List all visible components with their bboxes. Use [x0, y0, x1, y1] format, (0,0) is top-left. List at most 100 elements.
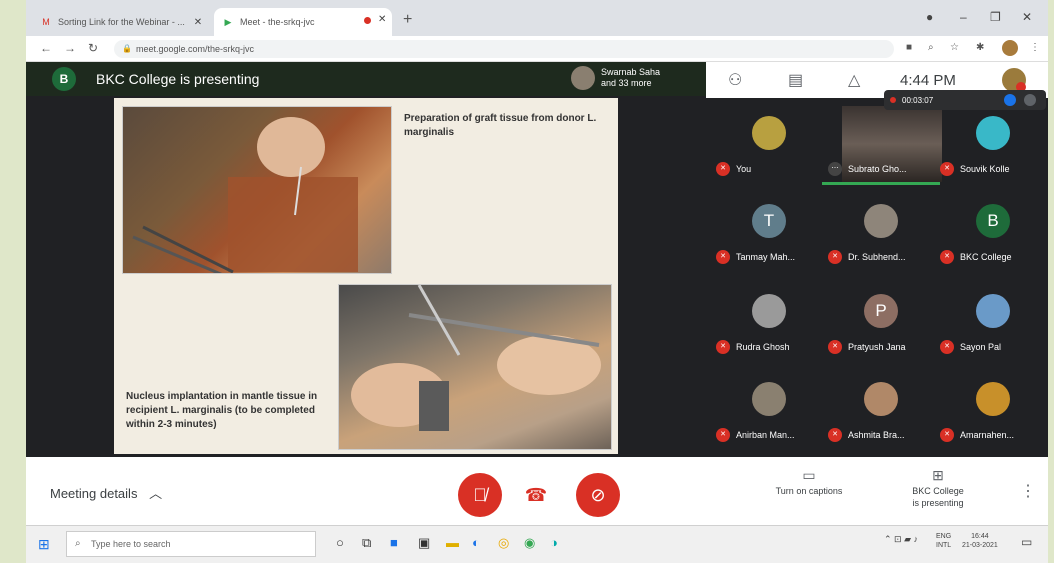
- menu-kebab-icon[interactable]: ⋮: [1030, 42, 1040, 53]
- zoom-icon[interactable]: ⌕: [928, 42, 934, 53]
- participant-tile[interactable]: T ✕ Tanmay Mah...: [712, 190, 822, 274]
- participant-tile[interactable]: P ✕ Pratyush Jana: [824, 280, 934, 364]
- graft-preparation-illustration: [132, 117, 358, 273]
- captions-label: Turn on captions: [775, 486, 843, 496]
- mic-off-icon: 🎙̸: [473, 485, 487, 505]
- search-icon: ⌕: [75, 538, 81, 549]
- chrome-canary-icon[interactable]: ◎: [498, 535, 509, 551]
- close-tab-icon[interactable]: ✕: [192, 17, 204, 28]
- participant-tile[interactable]: ✕ Dr. Subhend...: [824, 190, 934, 274]
- more-options-icon[interactable]: ⋮: [1020, 481, 1036, 501]
- mail-icon[interactable]: ■: [390, 535, 398, 550]
- reload-icon[interactable]: ↻: [88, 41, 98, 55]
- presenting-label-2: is presenting: [912, 498, 964, 508]
- participants-summary[interactable]: Swarnab Saha and 33 more: [571, 66, 660, 90]
- taskbar-clock[interactable]: 16:44 21-03-2021: [962, 532, 998, 550]
- participant-tile[interactable]: B ✕ BKC College: [936, 190, 1046, 274]
- windows-start-icon[interactable]: ⊞: [38, 536, 50, 553]
- account-circle-icon[interactable]: ●: [926, 10, 933, 24]
- file-explorer-icon[interactable]: ▬: [446, 535, 459, 550]
- participant-name: Rudra Ghosh: [736, 342, 790, 352]
- chrome-icon[interactable]: ◉: [524, 535, 535, 551]
- language-code: ENG: [936, 533, 952, 540]
- profile-avatar[interactable]: [1002, 40, 1018, 56]
- participant-tile[interactable]: ✕ Sayon Pal: [936, 280, 1046, 364]
- participant-avatar: [752, 382, 786, 416]
- search-placeholder: Type here to search: [91, 539, 171, 549]
- presenting-label-1: BKC College: [912, 486, 964, 496]
- participant-avatar: [752, 294, 786, 328]
- screen-frame: M Sorting Link for the Webinar - ... ✕ ▶…: [26, 0, 1048, 563]
- back-icon[interactable]: ←: [40, 41, 52, 55]
- minimize-button[interactable]: –: [960, 10, 967, 24]
- presenter-avatar: B: [52, 67, 76, 91]
- participant-name: BKC College: [960, 252, 1012, 262]
- captions-button[interactable]: ▭ Turn on captions: [764, 467, 854, 497]
- participant-tile[interactable]: ✕ Ashmita Bra...: [824, 368, 934, 452]
- participant-avatar: B: [976, 204, 1010, 238]
- close-window-button[interactable]: ✕: [1022, 10, 1032, 24]
- forward-icon[interactable]: →: [64, 41, 76, 55]
- participant-avatar: [976, 116, 1010, 150]
- bookmark-star-icon[interactable]: ☆: [950, 42, 959, 53]
- camera-toggle-button[interactable]: ⊘: [576, 473, 620, 517]
- participant-tile[interactable]: ✕ Anirban Man...: [712, 368, 822, 452]
- restore-button[interactable]: ❐: [990, 10, 1001, 24]
- presenter-banner: B BKC College is presenting Swarnab Saha…: [26, 62, 706, 96]
- host-name: Swarnab Saha: [601, 67, 661, 77]
- browser-tab-strip: M Sorting Link for the Webinar - ... ✕ ▶…: [26, 0, 1048, 36]
- participant-avatar: T: [752, 204, 786, 238]
- host-more: and 33 more: [601, 78, 652, 88]
- presentation-slide: Preparation of graft tissue from donor L…: [114, 98, 618, 454]
- notification-icon[interactable]: ▭: [1021, 535, 1032, 549]
- present-screen-icon: ⊞: [932, 467, 944, 483]
- windows-taskbar: ⊞ ⌕ Type here to search ○ ⧉ ■ ▣ ▬ ◐ ◎ ◉ …: [26, 525, 1048, 563]
- hang-up-icon: ☎: [524, 485, 548, 505]
- participant-name: Souvik Kolle: [960, 164, 1010, 174]
- meeting-details-button[interactable]: Meeting details ︿: [50, 483, 162, 502]
- cortana-icon[interactable]: ○: [336, 535, 344, 550]
- address-bar: ← → ↻ 🔒 meet.google.com/the-srkq-jvc ■ ⌕…: [26, 36, 1048, 62]
- taskbar-date: 21-03-2021: [962, 542, 998, 549]
- taskbar-search-field[interactable]: ⌕ Type here to search: [66, 531, 316, 557]
- muted-mic-icon: ✕: [716, 250, 730, 264]
- system-tray-icons[interactable]: ⌃ ⊡ ▰ ♪: [884, 534, 918, 545]
- people-icon[interactable]: ⚇: [728, 70, 742, 90]
- close-tab-icon[interactable]: ✕: [378, 14, 386, 25]
- camera-permission-icon[interactable]: ■: [906, 42, 912, 53]
- participant-tile[interactable]: ⋯ Subrato Gho...: [824, 102, 934, 186]
- extensions-icon[interactable]: ✱: [976, 42, 984, 53]
- muted-mic-icon: ✕: [716, 340, 730, 354]
- captions-icon: ▭: [802, 467, 816, 483]
- task-view-icon[interactable]: ⧉: [362, 535, 371, 551]
- chat-icon[interactable]: ▤: [788, 70, 803, 90]
- presenter-banner-text: BKC College is presenting: [96, 71, 260, 87]
- edge-icon[interactable]: ◐: [472, 535, 480, 550]
- meet-icon: ▶: [224, 17, 232, 27]
- muted-mic-icon: ✕: [940, 340, 954, 354]
- participant-tile[interactable]: ✕ Amarnahen...: [936, 368, 1046, 452]
- participant-name: Dr. Subhend...: [848, 252, 906, 262]
- muted-mic-icon: ✕: [940, 428, 954, 442]
- edge-browser-icon[interactable]: ◑: [550, 535, 558, 550]
- new-tab-button[interactable]: +: [403, 12, 412, 28]
- muted-mic-icon: ✕: [828, 428, 842, 442]
- meeting-details-label: Meeting details: [50, 486, 138, 501]
- muted-mic-icon: ✕: [940, 162, 954, 176]
- microphone-toggle-button[interactable]: 🎙̸: [458, 473, 502, 517]
- muted-mic-icon: ✕: [716, 162, 730, 176]
- participant-name: Amarnahen...: [960, 430, 1015, 440]
- participant-tile[interactable]: ✕ You: [712, 102, 822, 186]
- activities-icon[interactable]: △: [848, 70, 860, 90]
- participant-tile[interactable]: ✕ Souvik Kolle: [936, 102, 1046, 186]
- participant-avatar: [752, 116, 786, 150]
- presenting-button[interactable]: ⊞ BKC College is presenting: [898, 467, 978, 509]
- participant-tile[interactable]: ✕ Rudra Ghosh: [712, 280, 822, 364]
- language-indicator[interactable]: ENG INTL: [936, 532, 951, 550]
- muted-mic-icon: ✕: [828, 340, 842, 354]
- participant-name: Subrato Gho...: [848, 164, 907, 174]
- leave-call-button[interactable]: ☎: [518, 477, 554, 513]
- url-field[interactable]: 🔒 meet.google.com/the-srkq-jvc: [114, 40, 894, 58]
- browser-tab-webinar[interactable]: M Sorting Link for the Webinar - ... ✕: [32, 8, 212, 36]
- store-icon[interactable]: ▣: [418, 535, 430, 551]
